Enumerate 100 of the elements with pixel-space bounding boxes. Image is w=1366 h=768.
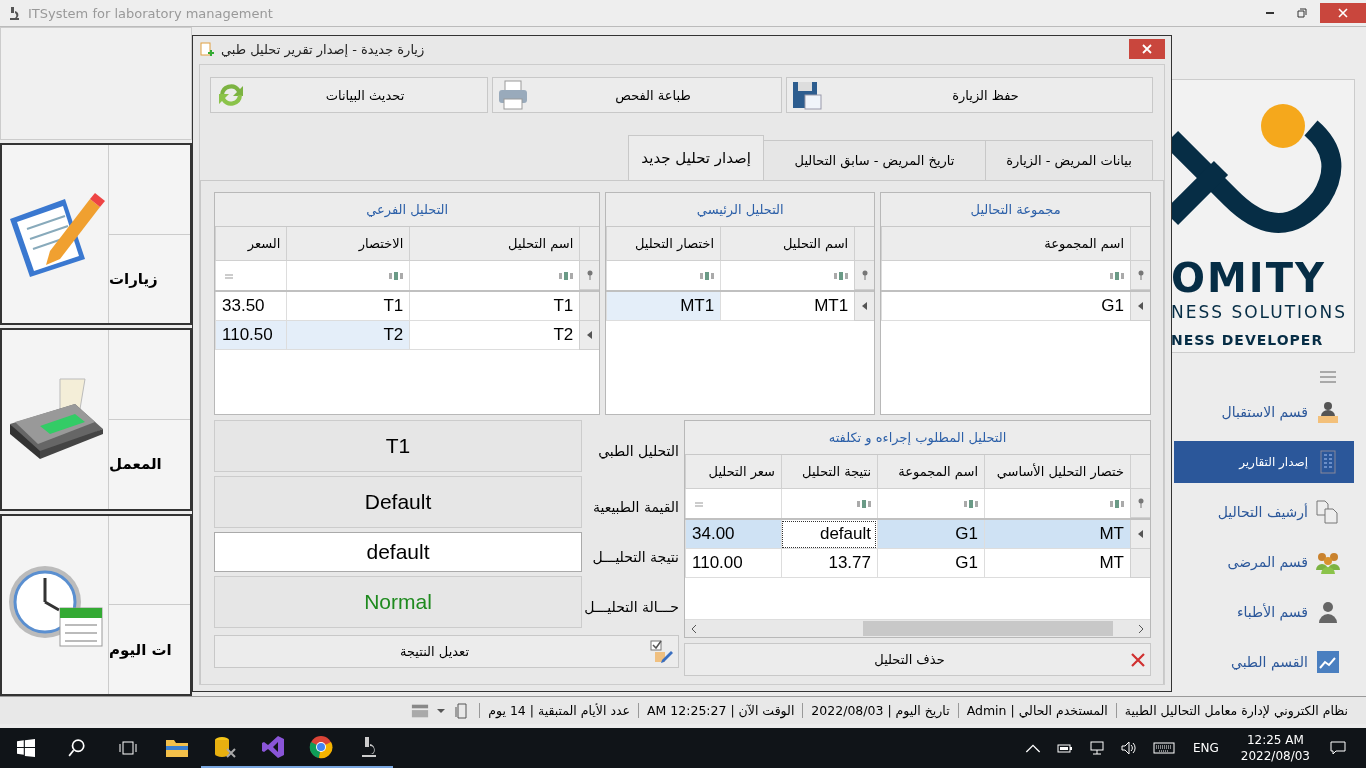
text-filter-icon (389, 271, 404, 280)
dropdown-icon[interactable] (437, 707, 446, 714)
column-header[interactable]: نتيجة التحليل (781, 455, 877, 489)
column-header[interactable]: اختصار التحليل (606, 227, 721, 261)
table-cell: default (781, 520, 877, 549)
pin-icon (1136, 270, 1145, 280)
pin-icon (860, 270, 869, 280)
edit-result-button[interactable]: تعديل النتيجة (214, 635, 679, 668)
clipboard-add-icon (199, 41, 215, 57)
checklist-pencil-icon (650, 639, 674, 664)
equals-icon (692, 499, 706, 508)
task-view-icon[interactable] (119, 739, 137, 757)
scroll-left-icon[interactable] (691, 623, 697, 634)
sidebar-item[interactable]: قسم الأطباء (1174, 591, 1354, 633)
grid-caption: التحليل الرئيسي (606, 193, 875, 227)
restore-icon (1297, 8, 1307, 18)
value-box: Normal (214, 576, 582, 628)
close-icon (1130, 651, 1146, 668)
scroll-thumb[interactable] (863, 621, 1113, 636)
sidebar-item[interactable]: إصدار التقارير (1174, 441, 1354, 483)
network-icon[interactable] (1088, 741, 1105, 755)
keyboard-icon[interactable] (1152, 742, 1175, 754)
row-indicator[interactable] (854, 292, 875, 321)
value-box: T1 (214, 420, 582, 472)
table-cell: G1 (877, 520, 984, 549)
line-chart-icon (1316, 650, 1340, 674)
volume-icon[interactable] (1120, 741, 1137, 755)
module-tile[interactable]: زيارات (0, 143, 192, 326)
tab[interactable]: إصدار تحليل جديد (628, 135, 764, 180)
battery-icon[interactable] (1056, 741, 1073, 755)
close-icon (1142, 44, 1152, 54)
close-button[interactable] (1129, 39, 1165, 59)
sidebar-item[interactable]: قسم المرضى (1174, 541, 1354, 583)
table-cell: 110.00 (685, 549, 781, 578)
language-indicator[interactable]: ENG (1192, 741, 1219, 755)
table-cell: 34.00 (685, 520, 781, 549)
module-tile[interactable]: المعمل (0, 328, 192, 511)
tab[interactable]: بيانات المريض - الزيارة (985, 140, 1153, 180)
text-filter-icon (857, 499, 871, 508)
text-filter-icon (559, 271, 574, 280)
column-header[interactable]: الاختصار (286, 227, 410, 261)
toolbar-button[interactable]: تحديث البيانات (210, 77, 488, 113)
sidebar-item[interactable]: أرشيف التحاليل (1174, 491, 1354, 533)
search-icon[interactable] (68, 739, 86, 757)
status-text: نظام الكتروني لإدارة معامل التحاليل الطبية (1115, 703, 1356, 718)
minimize-icon (1266, 12, 1274, 14)
close-button[interactable] (1320, 3, 1366, 23)
field-label: حـــالة التحليـــل (583, 598, 679, 615)
table-cell: 110.50 (215, 321, 287, 350)
sidebar-item[interactable]: قسم الاستقبال (1174, 391, 1354, 433)
copies-icon (1316, 500, 1340, 524)
tile-label: ات اليوم (109, 640, 172, 659)
taskbar-clock[interactable]: 12:25 AM 2022/08/03 (1240, 732, 1310, 764)
column-header[interactable]: سعر التحليل (685, 455, 781, 489)
field-label: التحليل الطبي (597, 442, 679, 459)
text-filter-icon (700, 271, 715, 280)
field-label: نتيجة التحليـــل (591, 548, 679, 565)
person-desk-icon (1316, 400, 1340, 424)
column-header[interactable]: اسم التحليل (409, 227, 580, 261)
toolbar-button[interactable]: طباعة الفحص (492, 77, 782, 113)
current-row-icon (587, 331, 593, 339)
delete-button[interactable]: حذف التحليل (684, 643, 1151, 676)
window-title: ITSystem for laboratory management (28, 5, 273, 21)
table-cell: MT1 (606, 292, 721, 321)
infinity-ribbon-icon (261, 735, 285, 759)
text-filter-icon (834, 271, 849, 280)
text-filter-icon (1110, 499, 1124, 508)
toolbar-button[interactable]: حفظ الزيارة (786, 77, 1153, 113)
grid-caption: التحليل المطلوب إجراءه و تكلفته (685, 421, 1150, 455)
scroll-right-icon[interactable] (1138, 623, 1144, 634)
sidebar-item[interactable]: القسم الطبي (1174, 641, 1354, 683)
layout-icon[interactable] (411, 702, 430, 719)
database-tools-icon (213, 735, 237, 759)
status-text: المستخدم الحالي | Admin (957, 703, 1116, 718)
close-icon (1338, 8, 1348, 18)
column-header[interactable]: اسم المجموعة (877, 455, 984, 489)
logo-text: NESS SOLUTIONS (1171, 302, 1347, 322)
tile-label: المعمل (109, 455, 162, 474)
column-header[interactable]: اسم التحليل (720, 227, 855, 261)
table-cell: MT (984, 520, 1130, 549)
row-indicator[interactable] (1130, 292, 1150, 321)
row-indicator[interactable] (1130, 520, 1150, 549)
equals-icon (222, 271, 236, 280)
grid-caption: مجموعة التحاليل (881, 193, 1150, 227)
horizontal-scrollbar[interactable] (685, 619, 1150, 637)
column-header[interactable]: اسم المجموعة (881, 227, 1130, 261)
windows-start-icon[interactable] (17, 739, 35, 757)
column-header[interactable]: السعر (215, 227, 287, 261)
table-cell: G1 (877, 549, 984, 578)
notification-icon[interactable] (1330, 741, 1346, 755)
module-tile[interactable]: ات اليوم (0, 513, 192, 696)
person-icon (1316, 600, 1340, 624)
save-icon (791, 79, 823, 111)
column-header[interactable]: ختصار التحليل الأساسي (984, 455, 1130, 489)
table-cell: T1 (409, 292, 580, 321)
people-group-icon (1316, 550, 1340, 574)
text-filter-icon (1110, 271, 1124, 280)
status-text: عدد الأيام المتبقية | 14 يوم (479, 703, 638, 718)
input-field[interactable]: default (214, 532, 582, 572)
row-indicator[interactable] (579, 321, 600, 350)
